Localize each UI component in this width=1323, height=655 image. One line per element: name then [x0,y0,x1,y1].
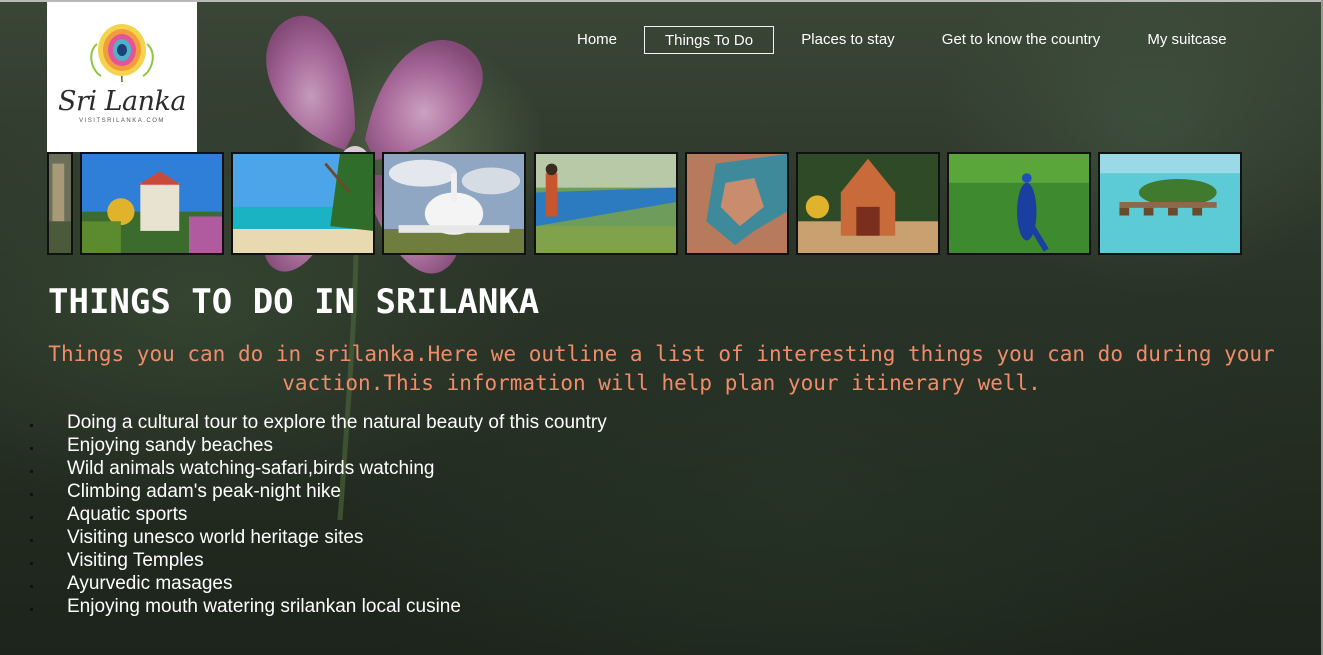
gallery-image-white-stupa[interactable] [382,152,526,255]
gallery-image-blue-train[interactable] [534,152,678,255]
activity-text: Enjoying mouth watering srilankan local … [67,596,461,617]
bullet-icon [30,562,33,565]
list-item: Aquatic sports [0,503,607,526]
list-item: Enjoying mouth watering srilankan local … [0,595,607,618]
site-logo[interactable]: Sri Lanka VISITSRILANKA.COM [47,2,197,152]
intro-paragraph: Things you can do in srilanka.Here we ou… [48,342,1275,395]
list-item: Ayurvedic masages [0,572,607,595]
list-item: Visiting unesco world heritage sites [0,526,607,549]
bullet-icon [30,493,33,496]
gallery-image-hindu-temple[interactable] [796,152,940,255]
list-item: Enjoying sandy beaches [0,434,607,457]
gallery-image-beach-palms[interactable] [231,152,375,255]
activity-text: Visiting Temples [67,550,204,571]
page-title: THINGS TO DO IN SRILANKA [48,282,540,322]
gallery-image-rock-carving[interactable] [47,152,73,255]
nav-my-suitcase[interactable]: My suitcase [1136,26,1238,54]
nav-places-to-stay[interactable]: Places to stay [792,26,904,54]
activity-text: Doing a cultural tour to explore the nat… [67,412,607,433]
gallery-image-golden-statue-temple[interactable] [80,152,224,255]
bullet-icon [30,516,33,519]
bullet-icon [30,470,33,473]
activity-text: Climbing adam's peak-night hike [67,481,341,502]
nav-things-to-do[interactable]: Things To Do [644,26,774,54]
activity-text: Visiting unesco world heritage sites [67,527,364,548]
gallery-image-galle-fort-aerial[interactable] [685,152,789,255]
logo-brand-text: Sri Lanka [58,86,187,117]
activities-list: Doing a cultural tour to explore the nat… [0,411,607,618]
bullet-icon [30,424,33,427]
bullet-icon [30,447,33,450]
list-item: Doing a cultural tour to explore the nat… [0,411,607,434]
activity-text: Aquatic sports [67,504,188,525]
bullet-icon [30,608,33,611]
activity-text: Ayurvedic masages [67,573,233,594]
nav-home[interactable]: Home [566,26,628,54]
bullet-icon [30,539,33,542]
list-item: Climbing adam's peak-night hike [0,480,607,503]
bullet-icon [30,585,33,588]
list-item: Wild animals watching-safari,birds watch… [0,457,607,480]
gallery-image-peacock[interactable] [947,152,1091,255]
gallery-image-island-resort[interactable] [1098,152,1242,255]
logo-url-text: VISITSRILANKA.COM [79,118,165,124]
nav-get-to-know-the-country[interactable]: Get to know the country [930,26,1112,54]
peacock-feather-icon [90,24,154,83]
activity-text: Wild animals watching-safari,birds watch… [67,458,435,479]
list-item: Visiting Temples [0,549,607,572]
top-border [0,0,1323,2]
activity-text: Enjoying sandy beaches [67,435,273,456]
